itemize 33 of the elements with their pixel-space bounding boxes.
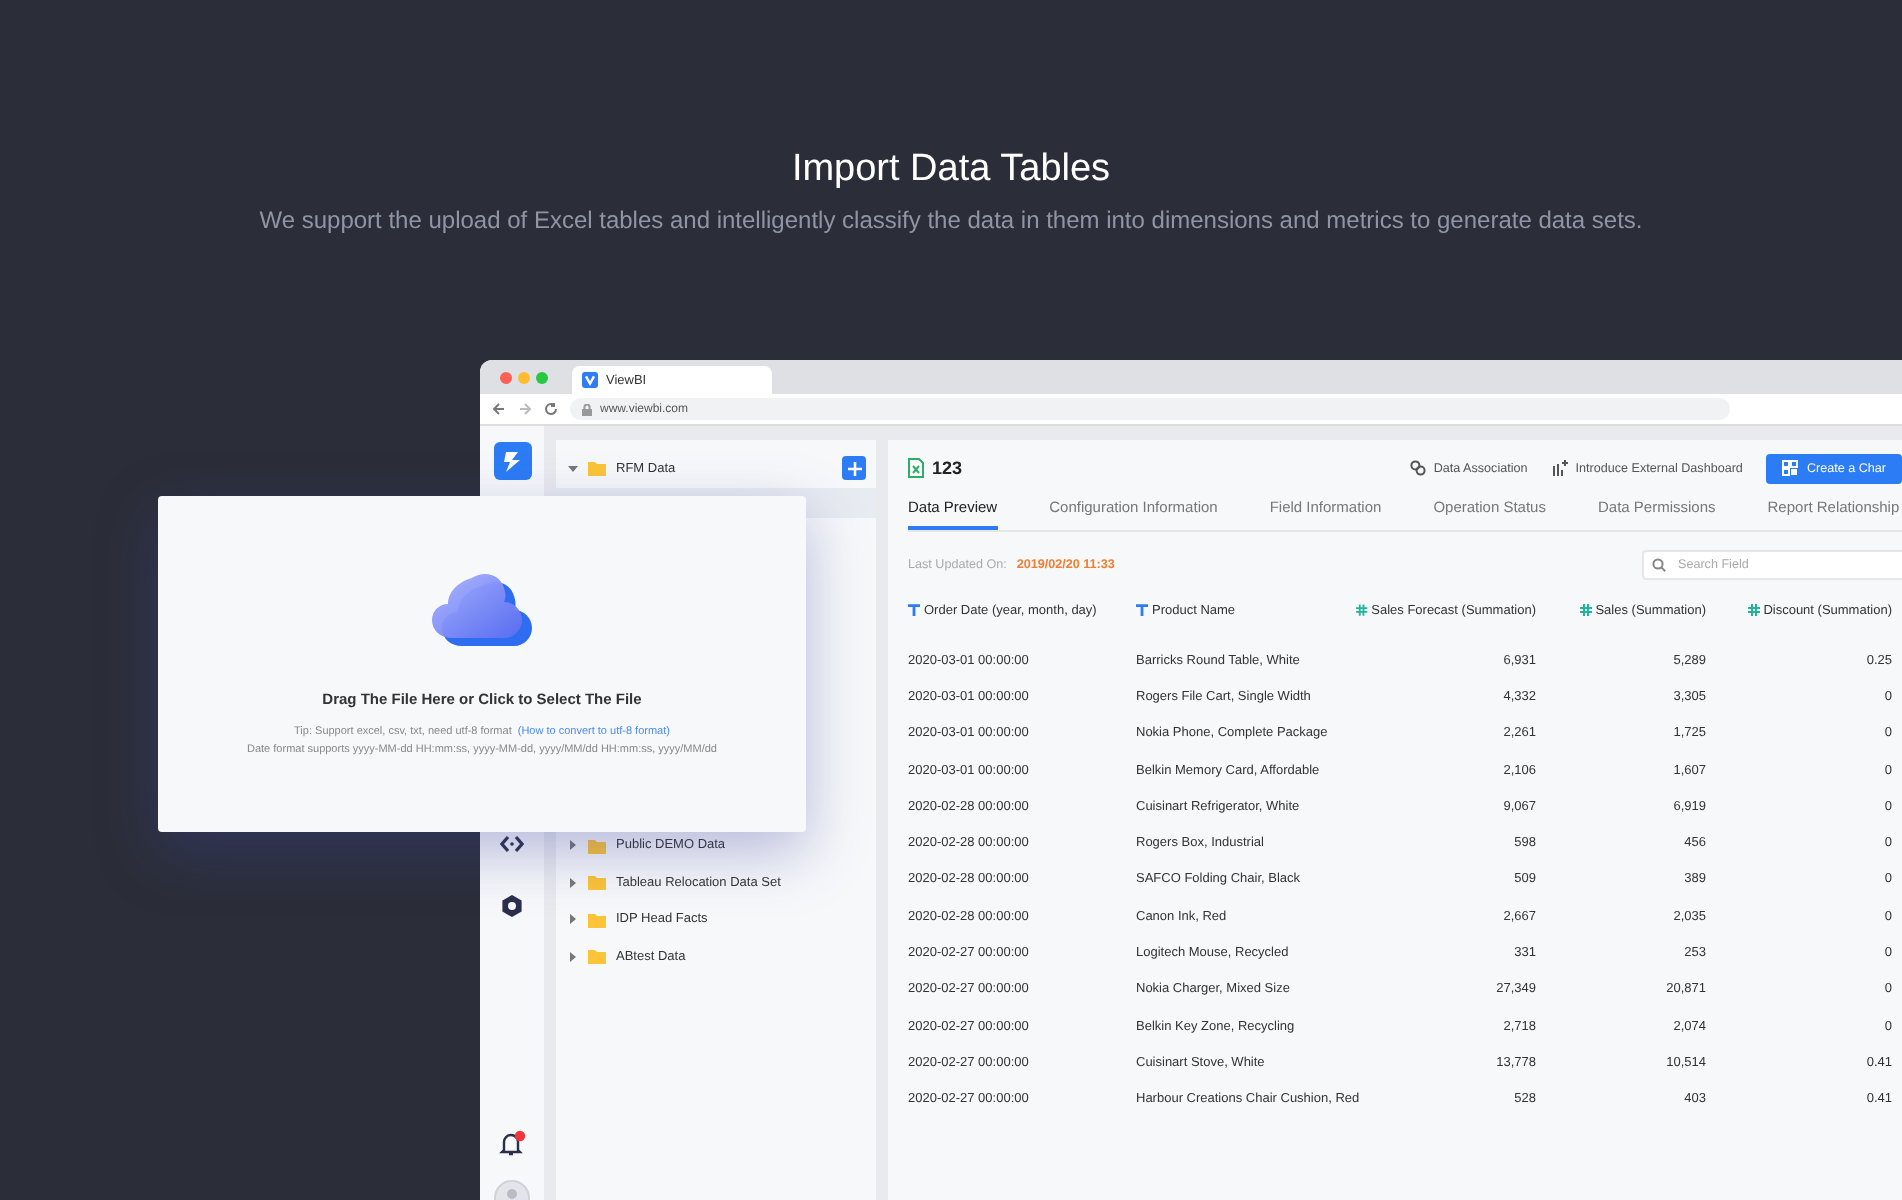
page-subtitle: We support the upload of Excel tables and intelligently classify the data in them into dimensions and metrics to generate data sets. <box>259 204 1643 236</box>
dashboard-add-icon <box>1551 460 1568 476</box>
code-icon[interactable] <box>500 834 524 854</box>
number-type-icon <box>1579 604 1592 616</box>
text-type-icon <box>1136 604 1148 616</box>
folder-icon <box>588 837 606 854</box>
app-logo-icon[interactable] <box>493 442 531 480</box>
folder-icon <box>588 911 606 928</box>
folder-icon <box>588 948 606 965</box>
settings-icon[interactable] <box>500 894 524 918</box>
reload-icon[interactable] <box>544 402 558 416</box>
caret-right-icon[interactable] <box>568 840 578 851</box>
dataset-name: 123 <box>932 458 963 478</box>
caret-right-icon[interactable] <box>568 877 578 888</box>
text-type-icon <box>908 604 920 616</box>
caret-right-icon[interactable] <box>568 914 578 925</box>
folder-icon <box>588 874 606 891</box>
number-type-icon <box>1747 604 1760 616</box>
caret-down-icon[interactable] <box>568 463 578 474</box>
close-window-icon[interactable] <box>500 371 512 383</box>
folder-icon <box>588 460 606 477</box>
back-arrow-icon[interactable] <box>492 402 506 416</box>
caret-right-icon[interactable] <box>568 951 578 962</box>
site-favicon-icon <box>582 372 598 388</box>
page-title: Import Data Tables <box>791 148 1111 192</box>
notification-bell-icon[interactable] <box>498 1130 526 1158</box>
lock-icon <box>582 403 592 415</box>
plus-icon <box>847 461 861 475</box>
link-icon <box>1409 460 1426 476</box>
number-type-icon <box>1356 604 1368 616</box>
add-button[interactable] <box>842 456 866 480</box>
spreadsheet-file-icon <box>908 458 924 478</box>
chart-grid-icon <box>1782 460 1799 476</box>
